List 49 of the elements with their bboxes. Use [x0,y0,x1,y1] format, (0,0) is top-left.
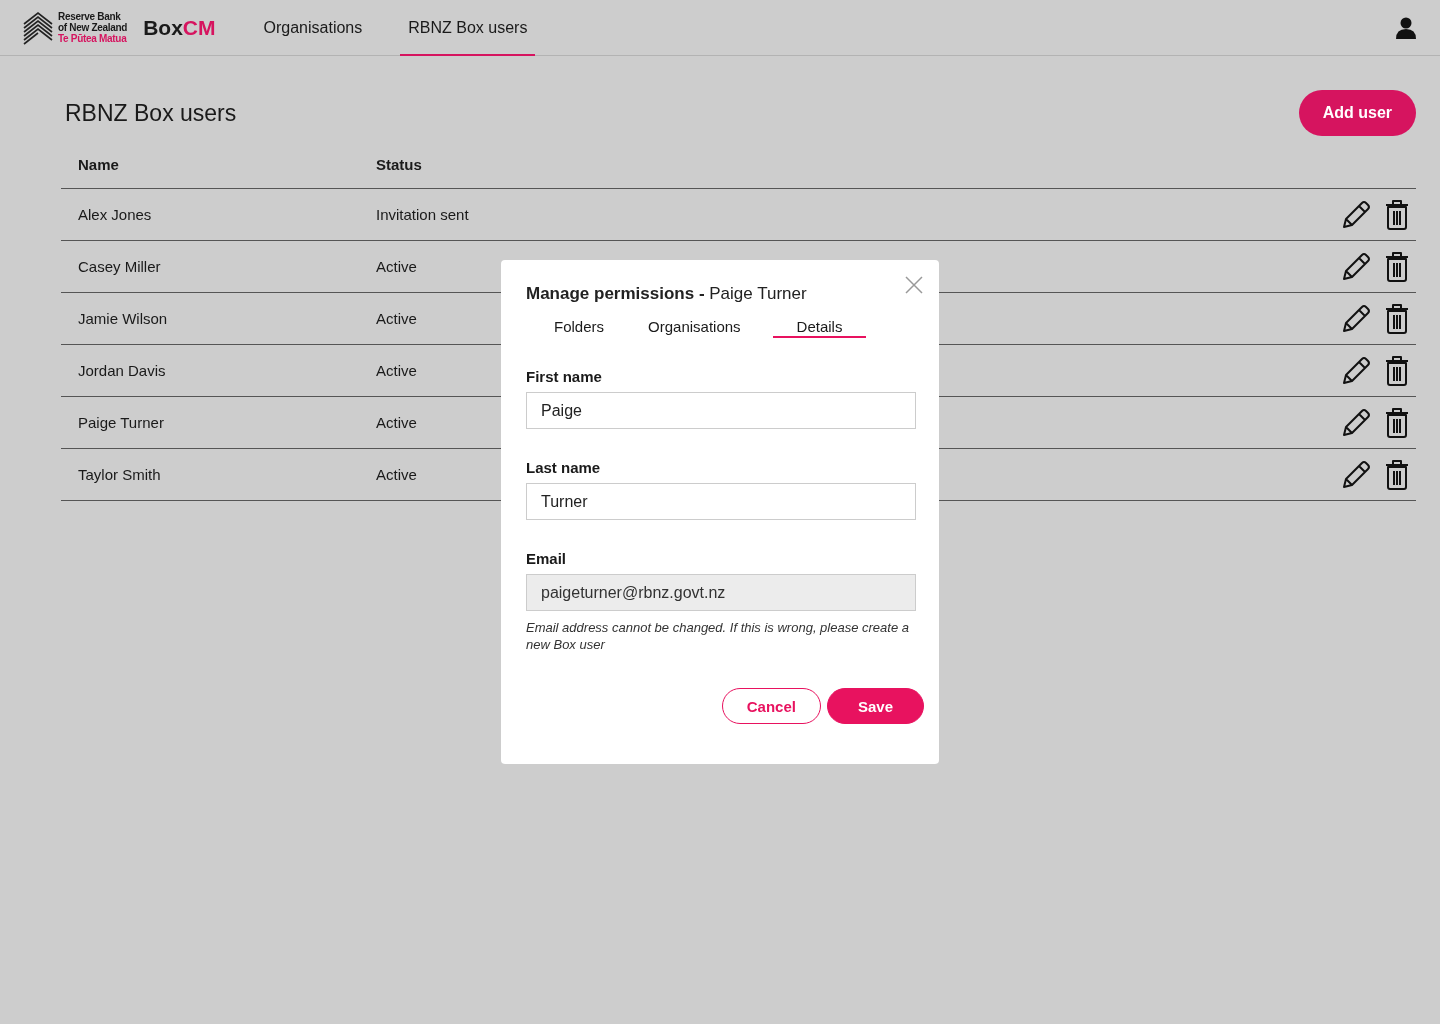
trash-icon[interactable] [1384,198,1410,231]
nav-tab[interactable]: Organisations [255,0,371,56]
table-cell: Jamie Wilson [78,310,168,327]
table-cell: Active [376,414,417,431]
brand-name: BoxCM [143,15,216,40]
close-icon[interactable] [905,276,923,294]
dialog-tab[interactable]: Folders [542,316,617,338]
logo-icon [22,9,54,46]
table-cell: Invitation sent [376,206,469,223]
field-label: Last name [526,459,602,476]
nav-tab[interactable]: RBNZ Box users [400,0,536,56]
dialog-title: Manage permissions - Paige Turner [526,284,808,304]
table-cell: Active [376,258,417,275]
pencil-icon[interactable] [1340,302,1372,335]
trash-icon[interactable] [1384,354,1410,387]
table-cell: Casey Miller [78,258,161,275]
table-cell: Active [376,362,417,379]
table-cell: Jordan Davis [78,362,166,379]
column-header: Status [376,155,422,173]
input-field[interactable]: Turner [526,483,916,520]
page-title: RBNZ Box users [65,99,237,127]
column-header: Name [78,155,119,173]
logo-text: Reserve Bank [58,11,122,22]
user-icon[interactable] [1396,16,1416,39]
table-cell: Active [376,466,417,483]
pencil-icon[interactable] [1340,354,1372,387]
trash-icon[interactable] [1384,458,1410,491]
trash-icon[interactable] [1384,302,1410,335]
trash-icon[interactable] [1384,250,1410,283]
field-label: Email [526,550,568,567]
table-cell: Active [376,310,417,327]
logo-text: of New Zealand [58,22,128,33]
cancel-button[interactable]: Cancel [721,688,821,724]
pencil-icon[interactable] [1340,406,1372,439]
table-cell: Taylor Smith [78,466,161,483]
pencil-icon[interactable] [1340,198,1372,231]
dialog-tab[interactable]: Details [772,316,867,338]
dialog-tab[interactable]: Organisations [636,316,753,338]
field-label: First name [526,368,603,385]
table-cell: Alex Jones [78,206,152,223]
save-button[interactable]: Save [826,688,924,724]
logo-text: Te Pūtea Matua [58,33,128,44]
trash-icon[interactable] [1384,406,1410,439]
help-text: Email address cannot be changed. If this is wrong, please create a new Box user [526,619,910,653]
input-field[interactable]: Paige [526,392,916,429]
table-cell: Paige Turner [78,414,164,431]
add-user-button[interactable]: Add user [1298,90,1416,136]
pencil-icon[interactable] [1340,458,1372,491]
pencil-icon[interactable] [1340,250,1372,283]
